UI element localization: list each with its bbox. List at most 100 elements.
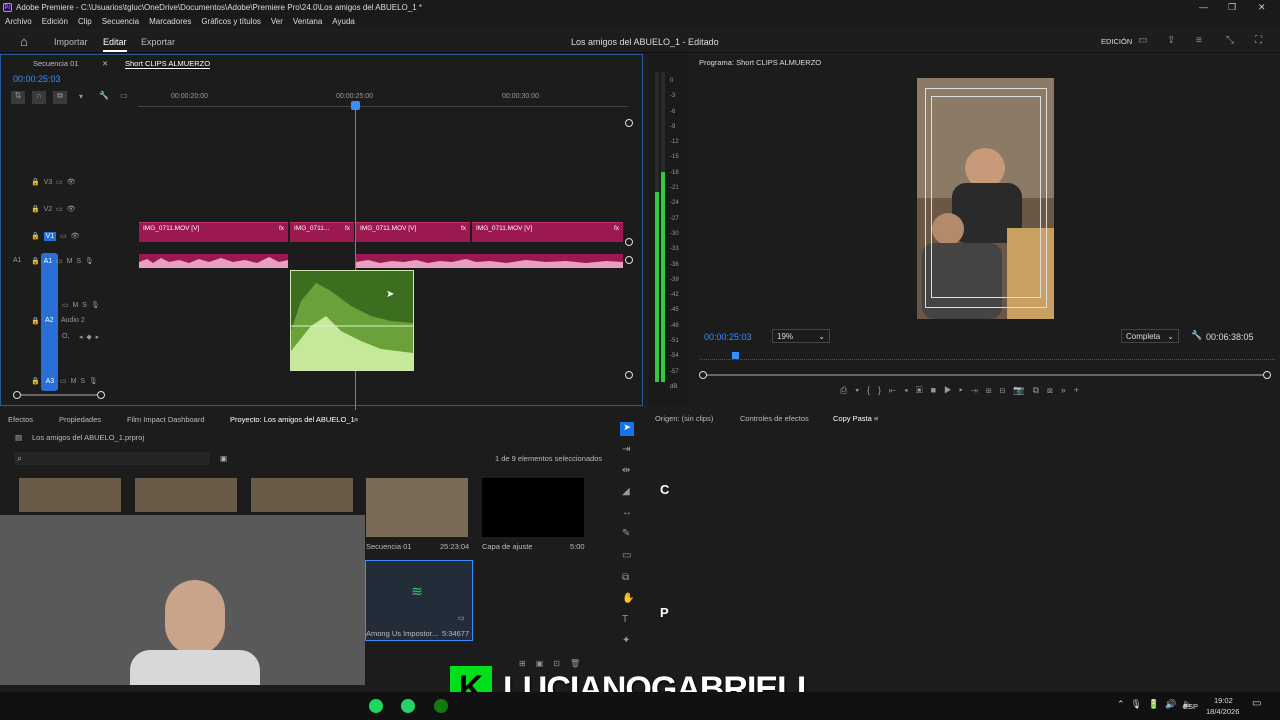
- thumb-3[interactable]: [251, 478, 353, 512]
- hand-icon[interactable]: ✋: [622, 593, 634, 604]
- a3-solo[interactable]: S: [80, 378, 85, 385]
- clock-date[interactable]: 18/4/2026: [1206, 707, 1239, 716]
- add-marker-icon[interactable]: ▾: [855, 385, 867, 395]
- a1-solo[interactable]: S: [76, 258, 81, 265]
- thumb-secuencia-01[interactable]: [366, 478, 468, 537]
- a2-lock-icon[interactable]: 🔒: [31, 317, 40, 325]
- generative-icon[interactable]: ✦: [622, 635, 630, 646]
- keyframe-nav-icon[interactable]: ◂ ◆ ▸: [79, 333, 99, 341]
- go-to-in-icon[interactable]: ⇤: [889, 385, 904, 395]
- razor-icon[interactable]: ◢: [622, 486, 630, 497]
- close-tab-icon[interactable]: ✕: [102, 59, 108, 68]
- transport-controls[interactable]: ⎙▾{}⇤◂▣■▶▸⇥⊞⊟📷⧉⊠»+: [840, 385, 1087, 396]
- vscroll-mid[interactable]: [625, 238, 633, 246]
- selection-tool-icon[interactable]: ➤: [620, 422, 634, 436]
- a2-volume[interactable]: O,: [62, 333, 69, 340]
- camera-icon[interactable]: 📷: [1013, 385, 1032, 395]
- a2-mute[interactable]: M: [73, 302, 79, 309]
- shrink-icon[interactable]: ⤡: [1226, 35, 1234, 46]
- clock-time[interactable]: 19:02: [1214, 696, 1233, 705]
- project-footer-icons[interactable]: ⊞▣⊡🗑: [519, 659, 590, 668]
- a1-mute[interactable]: M: [67, 258, 73, 265]
- tab-origen[interactable]: Origen: (sin clips): [655, 414, 713, 423]
- tab-copy-pasta[interactable]: Copy Pasta: [833, 414, 872, 423]
- time-ruler[interactable]: [138, 99, 628, 107]
- minimize-icon[interactable]: —: [1199, 2, 1208, 12]
- tab-menu-icon[interactable]: ≡: [354, 415, 358, 424]
- tab-efectos[interactable]: Efectos: [8, 415, 33, 424]
- tab-proyecto[interactable]: Proyecto: Los amigos del ABUELO_1: [230, 415, 355, 424]
- menu-archivo[interactable]: Archivo: [5, 17, 32, 26]
- a2-audio-clip[interactable]: [290, 270, 414, 371]
- comparison-icon[interactable]: ⊠: [1047, 385, 1061, 395]
- menu-graficos[interactable]: Gráficos y títulos: [201, 17, 261, 26]
- menu-ventana[interactable]: Ventana: [293, 17, 322, 26]
- a1-source-label[interactable]: A1: [13, 257, 22, 264]
- menu-marcadores[interactable]: Marcadores: [149, 17, 191, 26]
- tab-film-impact[interactable]: Film Impact Dashboard: [127, 415, 205, 424]
- close-icon[interactable]: ✕: [1258, 2, 1266, 13]
- thumb-1[interactable]: [19, 478, 121, 512]
- stop-icon[interactable]: ■: [931, 385, 944, 395]
- menu-ayuda[interactable]: Ayuda: [332, 17, 355, 26]
- edit-tab[interactable]: Editar: [103, 37, 127, 52]
- v1-label[interactable]: V1: [43, 232, 57, 241]
- rectangle-icon[interactable]: ▭: [622, 550, 631, 561]
- track-select-icon[interactable]: ⇥: [622, 444, 630, 455]
- go-to-out-icon[interactable]: ⇥: [971, 385, 986, 395]
- a3-controls[interactable]: 🔒 A3 ▭ M S 🎙: [31, 377, 98, 386]
- multicam-icon[interactable]: ⧉: [1033, 385, 1047, 395]
- quality-select[interactable]: Completa ⌄: [1121, 329, 1179, 343]
- zoom-scroll-right[interactable]: [1263, 371, 1271, 379]
- program-title[interactable]: Programa: Short CLIPS ALMUERZO: [699, 58, 821, 67]
- zoom-scroll-left[interactable]: [699, 371, 707, 379]
- thumb-capa-ajuste[interactable]: [482, 478, 584, 537]
- tab-menu-icon[interactable]: ≡: [874, 414, 878, 423]
- fullscreen-icon[interactable]: ⛶: [1255, 35, 1262, 46]
- remix-icon[interactable]: ⧉: [622, 572, 629, 583]
- ripple-edit-icon[interactable]: ⇹: [622, 465, 630, 476]
- search-input[interactable]: ⌕: [14, 452, 210, 465]
- menu-secuencia[interactable]: Secuencia: [102, 17, 139, 26]
- timeline-timecode[interactable]: 00:00:25:03: [13, 74, 61, 84]
- hscroll-track[interactable]: [21, 394, 97, 396]
- step-back-icon[interactable]: ◂: [904, 385, 915, 395]
- a2-solo[interactable]: S: [82, 302, 87, 309]
- workspace-label[interactable]: EDICIÓN: [1101, 37, 1132, 46]
- overwrite-icon[interactable]: ⊟: [1000, 385, 1014, 395]
- slip-icon[interactable]: ↔: [622, 507, 632, 518]
- home-icon[interactable]: ⌂: [20, 34, 28, 49]
- caption-icon[interactable]: ▭: [120, 91, 128, 100]
- whatsapp-icon[interactable]: [401, 699, 415, 713]
- insert-icon[interactable]: ⇅: [11, 91, 25, 104]
- tab-secuencia-01[interactable]: Secuencia 01: [33, 59, 78, 68]
- tab-propiedades[interactable]: Propiedades: [59, 415, 101, 424]
- marker-icon[interactable]: ▾: [79, 92, 83, 101]
- mark-out-icon[interactable]: }: [878, 385, 889, 395]
- share-icon[interactable]: ⇪: [1167, 35, 1175, 46]
- zoom-scroll-track[interactable]: [707, 374, 1263, 376]
- maximize-icon[interactable]: ❐: [1228, 2, 1236, 13]
- type-icon[interactable]: T: [622, 614, 628, 625]
- mini-playhead[interactable]: [732, 352, 739, 359]
- export-frame-icon[interactable]: ⎙: [840, 385, 855, 395]
- add-button-icon[interactable]: +: [1074, 385, 1087, 395]
- thumb-2[interactable]: [135, 478, 237, 512]
- program-timecode[interactable]: 00:00:25:03: [704, 332, 752, 342]
- linked-icon[interactable]: ⧉: [53, 91, 67, 104]
- a2-controls[interactable]: ▭ M S 🎙: [62, 301, 100, 309]
- safe-margins-icon[interactable]: ▣: [916, 385, 931, 395]
- insert-clip-icon[interactable]: ⊞: [986, 385, 1000, 395]
- hscroll-bar[interactable]: [13, 391, 105, 399]
- import-tab[interactable]: Importar: [54, 37, 88, 47]
- vscroll-bottom[interactable]: [625, 371, 633, 379]
- settings-wrench-icon[interactable]: 🔧: [1191, 330, 1202, 341]
- step-forward-icon[interactable]: ▸: [959, 385, 970, 395]
- v2-controls[interactable]: 🔒 V2 ▭ 👁: [31, 205, 75, 213]
- v1-clip-2[interactable]: IMG_0711... fx: [290, 222, 354, 242]
- xbox-icon[interactable]: [434, 699, 448, 713]
- mark-in-icon[interactable]: {: [867, 385, 878, 395]
- zoom-select[interactable]: 19% ⌄: [772, 329, 830, 343]
- menu-clip[interactable]: Clip: [78, 17, 92, 26]
- play-icon[interactable]: ▶: [944, 385, 959, 395]
